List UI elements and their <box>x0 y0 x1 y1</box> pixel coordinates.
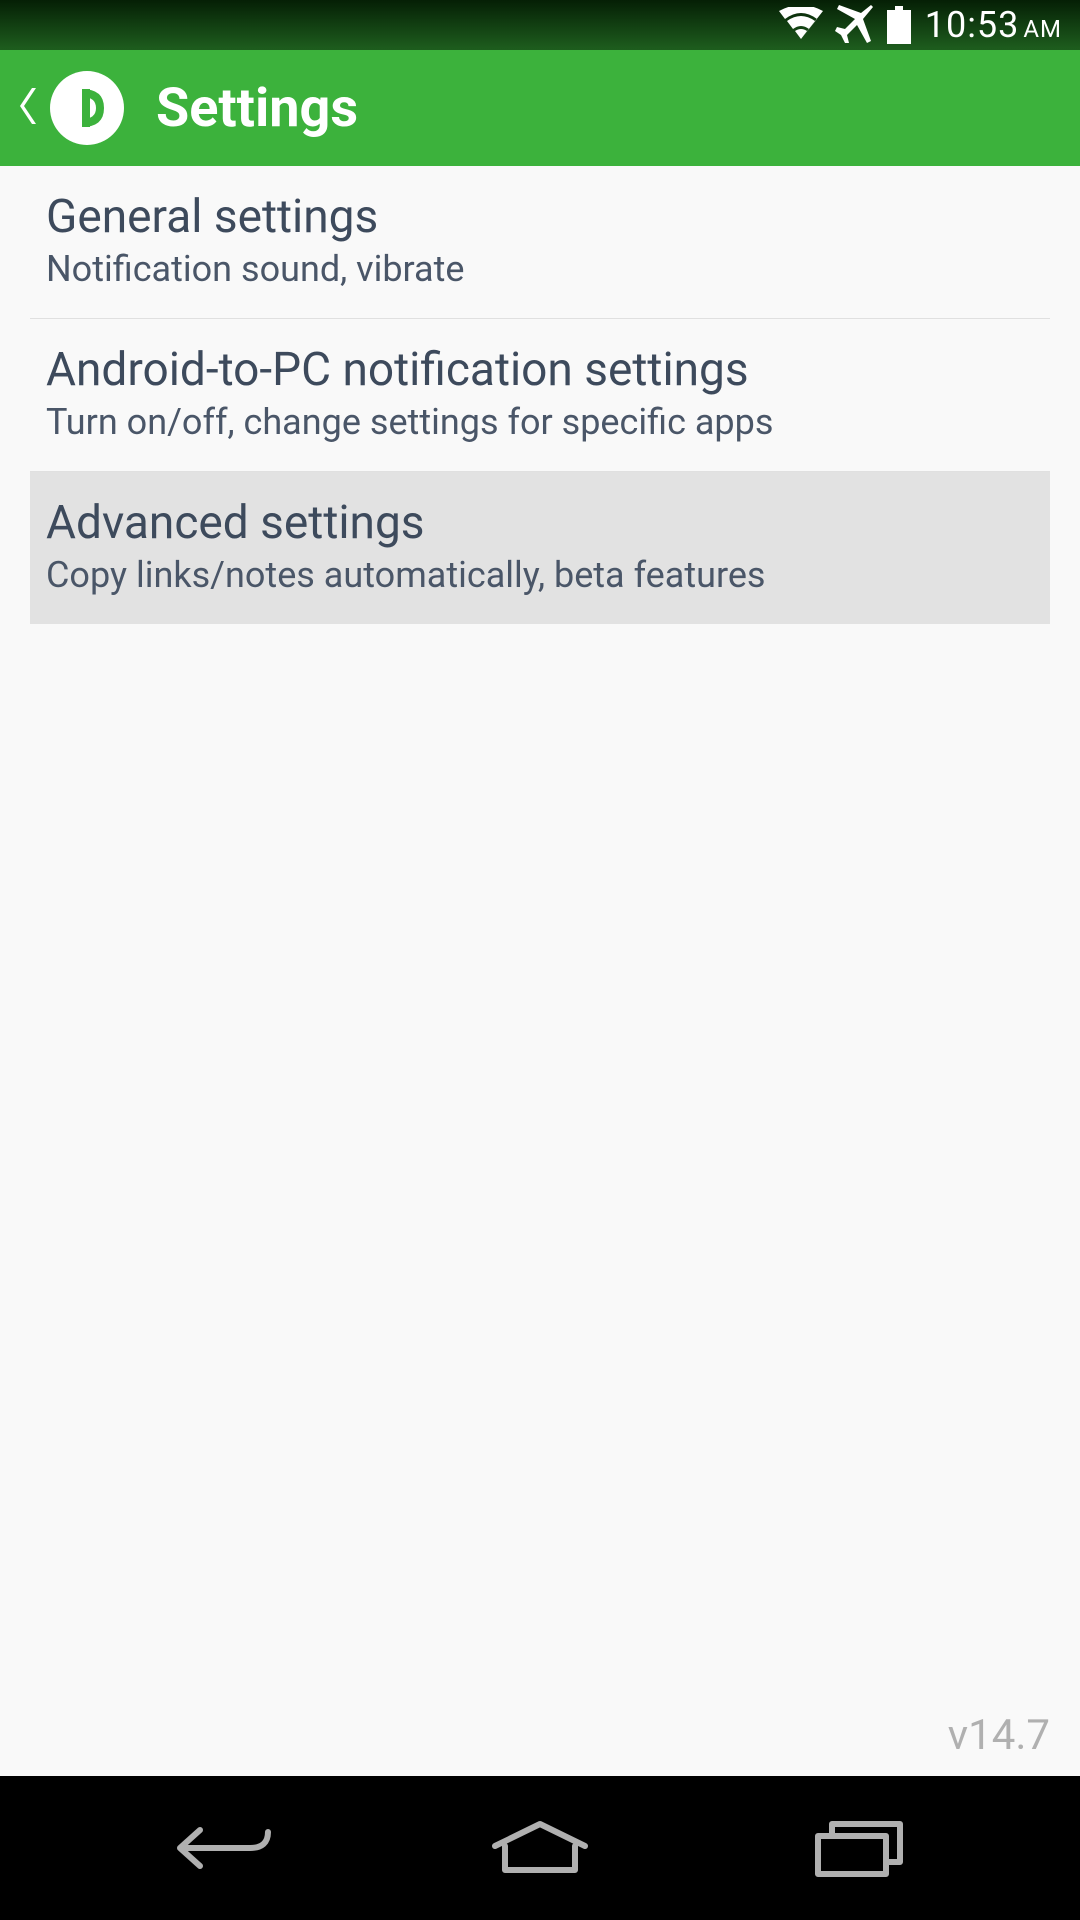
settings-item-subtitle: Turn on/off, change settings for specifi… <box>46 401 1034 443</box>
version-label: v14.7 <box>948 1711 1050 1760</box>
back-button[interactable] <box>20 88 40 128</box>
settings-item-android-to-pc[interactable]: Android-to-PC notification settings Turn… <box>30 319 1050 472</box>
settings-item-title: General settings <box>46 190 1034 244</box>
status-icons <box>779 5 911 45</box>
page-title: Settings <box>156 77 358 140</box>
navigation-bar <box>0 1776 1080 1920</box>
status-time-ampm: AM <box>1023 15 1062 43</box>
settings-item-advanced[interactable]: Advanced settings Copy links/notes autom… <box>30 472 1050 624</box>
settings-item-general[interactable]: General settings Notification sound, vib… <box>30 166 1050 319</box>
airplane-icon <box>835 5 875 45</box>
settings-item-title: Advanced settings <box>46 496 1034 550</box>
settings-item-subtitle: Copy links/notes automatically, beta fea… <box>46 554 1034 596</box>
battery-icon <box>887 6 911 44</box>
app-icon[interactable] <box>50 71 124 145</box>
settings-content: General settings Notification sound, vib… <box>0 166 1080 624</box>
nav-recent-button[interactable] <box>790 1808 930 1888</box>
status-time-value: 10:53 <box>925 4 1020 46</box>
status-bar: 10:53 AM <box>0 0 1080 50</box>
wifi-icon <box>779 7 823 43</box>
status-time: 10:53 AM <box>925 4 1062 46</box>
nav-back-button[interactable] <box>150 1808 290 1888</box>
settings-item-subtitle: Notification sound, vibrate <box>46 248 1034 290</box>
settings-item-title: Android-to-PC notification settings <box>46 343 1034 397</box>
nav-home-button[interactable] <box>470 1808 610 1888</box>
action-bar: Settings <box>0 50 1080 166</box>
